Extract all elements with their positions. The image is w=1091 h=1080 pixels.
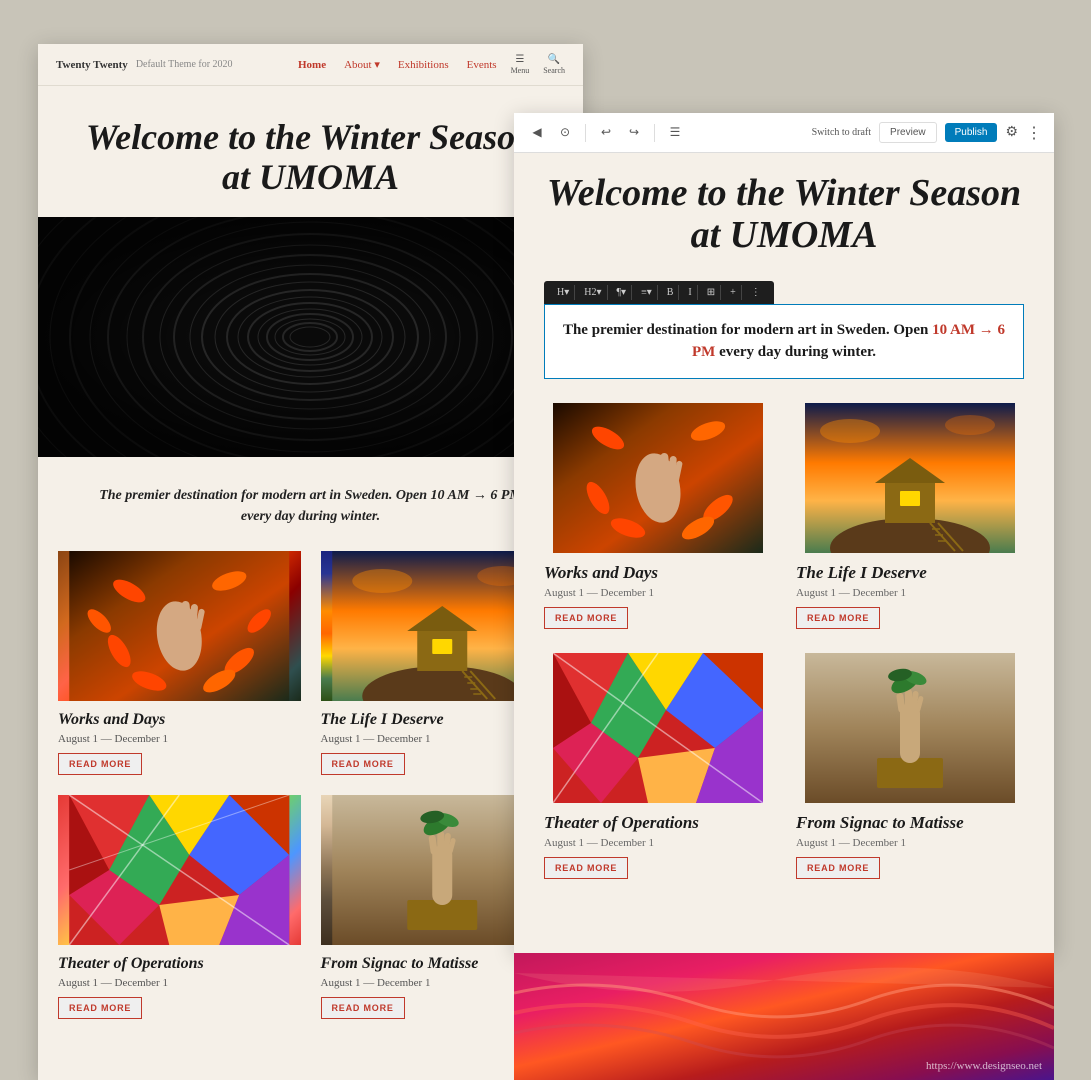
exhibit-dates-3: August 1 — December 1	[58, 977, 301, 989]
left-subtitle: The premier destination for modern art i…	[38, 457, 583, 551]
block-tool-bold[interactable]: B	[662, 285, 680, 300]
nav-link-about[interactable]: About ▾	[344, 58, 380, 71]
exhibit-dates-1: August 1 — December 1	[58, 733, 301, 745]
right-exhibit-image-2	[796, 403, 1024, 553]
publish-button[interactable]: Publish	[945, 123, 998, 142]
read-more-btn-3[interactable]: READ MORE	[58, 997, 142, 1019]
right-main-title: Welcome to the Winter Season at UMOMA	[544, 173, 1024, 281]
block-tool-add[interactable]: +	[725, 285, 742, 300]
right-exhibit-title-1: Works and Days	[544, 563, 772, 583]
bottom-image-strip: https://www.designseo.net	[514, 953, 1054, 1080]
right-editor-panel: ◀ ⊙ ↩ ↪ ☰ Switch to draft Preview Publis…	[514, 113, 1054, 953]
right-exhibit-card-3: Theater of Operations August 1 — Decembe…	[544, 653, 772, 879]
block-toolbar[interactable]: H▾ H2▾ ¶▾ ≡▾ B I ⊞ + ⋮	[544, 281, 774, 304]
toolbar-right-group: Switch to draft Preview Publish ⚙ ⋮	[812, 122, 1042, 143]
preview-button[interactable]: Preview	[879, 122, 937, 143]
editor-back-icon[interactable]: ◀	[526, 122, 548, 144]
bottom-image: https://www.designseo.net	[514, 953, 1054, 1080]
exhibit-title-3: Theater of Operations	[58, 955, 301, 973]
right-exhibit-dates-2: August 1 — December 1	[796, 587, 1024, 599]
nav-links: Home About ▾ Exhibitions Events	[298, 58, 497, 71]
paragraph-block[interactable]: The premier destination for modern art i…	[544, 304, 1024, 379]
right-exhibit-dates-1: August 1 — December 1	[544, 587, 772, 599]
right-exhibition-grid: Works and Days August 1 — December 1 REA…	[544, 403, 1024, 879]
paragraph-text-after: every day during winter.	[715, 344, 876, 360]
watermark-text: https://www.designseo.net	[926, 1060, 1042, 1072]
exhibit-card-1: Works and Days August 1 — December 1 REA…	[58, 551, 301, 775]
right-read-more-btn-3[interactable]: READ MORE	[544, 857, 628, 879]
brand-name: Twenty Twenty	[56, 59, 128, 71]
exhibit-card-3: Theater of Operations August 1 — Decembe…	[58, 795, 301, 1019]
block-tool-link[interactable]: ⊞	[702, 285, 721, 300]
left-preview-panel: Twenty Twenty Default Theme for 2020 Hom…	[38, 44, 583, 1080]
block-tool-align[interactable]: ≡▾	[636, 285, 658, 300]
right-exhibit-card-1: Works and Days August 1 — December 1 REA…	[544, 403, 772, 629]
more-options-icon[interactable]: ⋮	[1026, 123, 1042, 143]
nav-link-events[interactable]: Events	[467, 59, 497, 71]
settings-icon[interactable]: ⚙	[1005, 124, 1018, 141]
hero-image	[38, 217, 583, 457]
right-exhibit-title-2: The Life I Deserve	[796, 563, 1024, 583]
toolbar-sep-1	[585, 124, 586, 142]
right-read-more-btn-4[interactable]: READ MORE	[796, 857, 880, 879]
editor-circle-icon[interactable]: ⊙	[554, 122, 576, 144]
editor-list-icon[interactable]: ☰	[664, 122, 686, 144]
nav-link-exhibitions[interactable]: Exhibitions	[398, 59, 449, 71]
editor-undo-icon[interactable]: ↩	[595, 122, 617, 144]
block-tool-italic[interactable]: I	[683, 285, 697, 300]
nav-link-home[interactable]: Home	[298, 59, 326, 71]
right-exhibit-dates-3: August 1 — December 1	[544, 837, 772, 849]
switch-draft-button[interactable]: Switch to draft	[812, 127, 871, 138]
right-read-more-btn-2[interactable]: READ MORE	[796, 607, 880, 629]
nav-icons: ☰ Menu 🔍 Search	[511, 54, 565, 75]
right-exhibit-dates-4: August 1 — December 1	[796, 837, 1024, 849]
editor-content: Welcome to the Winter Season at UMOMA H▾…	[514, 153, 1054, 953]
editor-toolbar: ◀ ⊙ ↩ ↪ ☰ Switch to draft Preview Publis…	[514, 113, 1054, 153]
left-main-title: Welcome to the Winter Season at UMOMA	[38, 86, 583, 217]
block-tool-h[interactable]: H▾	[552, 285, 575, 300]
left-content: Welcome to the Winter Season at UMOMA	[38, 86, 583, 1019]
right-read-more-btn-1[interactable]: READ MORE	[544, 607, 628, 629]
right-exhibit-card-4: From Signac to Matisse August 1 — Decemb…	[796, 653, 1024, 879]
right-exhibit-card-2: The Life I Deserve August 1 — December 1…	[796, 403, 1024, 629]
paragraph-text-before: The premier destination for modern art i…	[563, 322, 932, 338]
right-exhibit-title-4: From Signac to Matisse	[796, 813, 1024, 833]
left-navbar: Twenty Twenty Default Theme for 2020 Hom…	[38, 44, 583, 86]
left-exhibition-grid: Works and Days August 1 — December 1 REA…	[38, 551, 583, 1019]
block-tool-para[interactable]: ¶▾	[612, 285, 633, 300]
read-more-btn-4[interactable]: READ MORE	[321, 997, 405, 1019]
read-more-btn-1[interactable]: READ MORE	[58, 753, 142, 775]
search-button[interactable]: 🔍 Search	[543, 54, 565, 75]
block-tool-more[interactable]: ⋮	[746, 285, 766, 300]
exhibit-title-1: Works and Days	[58, 711, 301, 729]
right-exhibit-image-3	[544, 653, 772, 803]
right-exhibit-image-1	[544, 403, 772, 553]
brand-subtitle: Default Theme for 2020	[136, 59, 233, 70]
right-exhibit-image-4	[796, 653, 1024, 803]
read-more-btn-2[interactable]: READ MORE	[321, 753, 405, 775]
right-exhibit-title-3: Theater of Operations	[544, 813, 772, 833]
editor-redo-icon[interactable]: ↪	[623, 122, 645, 144]
exhibit-image-3	[58, 795, 301, 945]
menu-button[interactable]: ☰ Menu	[511, 54, 530, 75]
exhibit-image-1	[58, 551, 301, 701]
block-tool-h2[interactable]: H2▾	[579, 285, 607, 300]
toolbar-sep-2	[654, 124, 655, 142]
